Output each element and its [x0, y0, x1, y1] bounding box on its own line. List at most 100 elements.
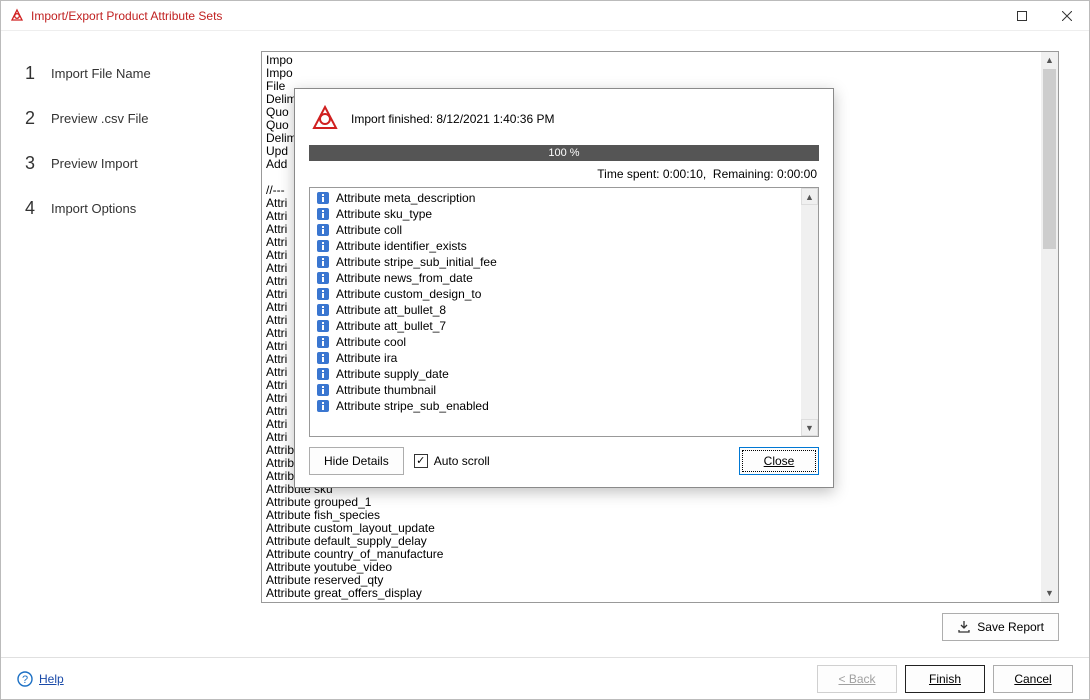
- save-report-button[interactable]: Save Report: [942, 613, 1059, 641]
- info-icon: [316, 383, 330, 397]
- help-link[interactable]: Help: [39, 672, 64, 686]
- list-item-label: Attribute meta_description: [336, 191, 475, 205]
- log-scrollbar[interactable]: ▲ ▼: [1041, 52, 1058, 602]
- list-item-label: Attribute stripe_sub_initial_fee: [336, 255, 497, 269]
- step-preview-import[interactable]: 3 Preview Import: [1, 141, 241, 186]
- list-item-label: Attribute att_bullet_7: [336, 319, 446, 333]
- list-item[interactable]: Attribute identifier_exists: [310, 238, 818, 254]
- checkbox-box[interactable]: ✓: [414, 454, 428, 468]
- list-item-label: Attribute identifier_exists: [336, 239, 467, 253]
- dialog-header: Import finished: 8/12/2021 1:40:36 PM: [305, 99, 823, 143]
- window: Import/Export Product Attribute Sets 1 I…: [0, 0, 1090, 700]
- info-icon: [316, 271, 330, 285]
- list-item-label: Attribute news_from_date: [336, 271, 473, 285]
- list-item[interactable]: Attribute supply_date: [310, 366, 818, 382]
- step-number: 4: [23, 198, 37, 219]
- list-item-label: Attribute stripe_sub_enabled: [336, 399, 489, 413]
- back-label: < Back: [838, 672, 875, 686]
- close-window-button[interactable]: [1044, 1, 1089, 31]
- app-icon: [9, 8, 25, 24]
- scroll-down-icon[interactable]: ▼: [1041, 585, 1058, 602]
- time-row: Time spent: 0:00:10, Remaining: 0:00:00: [305, 167, 823, 187]
- list-item-label: Attribute ira: [336, 351, 397, 365]
- window-title: Import/Export Product Attribute Sets: [31, 9, 999, 23]
- scroll-track[interactable]: [1041, 69, 1058, 585]
- info-icon: [316, 207, 330, 221]
- svg-text:?: ?: [22, 674, 28, 686]
- close-button[interactable]: Close: [739, 447, 819, 475]
- list-item[interactable]: Attribute att_bullet_7: [310, 318, 818, 334]
- list-item-label: Attribute supply_date: [336, 367, 449, 381]
- dialog-title: Import finished: 8/12/2021 1:40:36 PM: [351, 112, 554, 126]
- info-icon: [316, 303, 330, 317]
- step-label: Preview .csv File: [51, 111, 149, 126]
- list-item[interactable]: Attribute ira: [310, 350, 818, 366]
- info-icon: [316, 399, 330, 413]
- help-icon[interactable]: ?: [17, 671, 33, 687]
- list-item-label: Attribute att_bullet_8: [336, 303, 446, 317]
- info-icon: [316, 223, 330, 237]
- cancel-button[interactable]: Cancel: [993, 665, 1073, 693]
- auto-scroll-checkbox[interactable]: ✓ Auto scroll: [414, 454, 490, 468]
- save-report-row: Save Report: [261, 603, 1059, 647]
- time-spent-label: Time spent:: [597, 167, 659, 181]
- time-spent-value: 0:00:10,: [663, 167, 706, 181]
- list-item[interactable]: Attribute thumbnail: [310, 382, 818, 398]
- body: 1 Import File Name 2 Preview .csv File 3…: [1, 31, 1089, 657]
- step-number: 2: [23, 108, 37, 129]
- step-label: Import File Name: [51, 66, 151, 81]
- step-label: Import Options: [51, 201, 136, 216]
- titlebar: Import/Export Product Attribute Sets: [1, 1, 1089, 31]
- hide-details-button[interactable]: Hide Details: [309, 447, 404, 475]
- details-scrollbar[interactable]: ▲ ▼: [801, 188, 818, 436]
- list-item[interactable]: Attribute custom_design_to: [310, 286, 818, 302]
- list-item[interactable]: Attribute cool: [310, 334, 818, 350]
- list-item[interactable]: Attribute stripe_sub_initial_fee: [310, 254, 818, 270]
- list-item[interactable]: Attribute meta_description: [310, 190, 818, 206]
- info-icon: [316, 335, 330, 349]
- scroll-up-icon[interactable]: ▲: [801, 188, 818, 205]
- scroll-thumb[interactable]: [1043, 69, 1056, 249]
- list-item[interactable]: Attribute coll: [310, 222, 818, 238]
- steps-sidebar: 1 Import File Name 2 Preview .csv File 3…: [1, 31, 241, 657]
- list-item-label: Attribute sku_type: [336, 207, 432, 221]
- list-item[interactable]: Attribute att_bullet_8: [310, 302, 818, 318]
- download-icon: [957, 620, 971, 634]
- step-preview-csv[interactable]: 2 Preview .csv File: [1, 96, 241, 141]
- footer: ? Help < Back Finish Cancel: [1, 657, 1089, 699]
- progress-bar: 100 %: [309, 145, 819, 161]
- list-item-label: Attribute cool: [336, 335, 406, 349]
- step-import-options[interactable]: 4 Import Options: [1, 186, 241, 231]
- save-report-label: Save Report: [977, 620, 1044, 634]
- list-item-label: Attribute coll: [336, 223, 402, 237]
- info-icon: [316, 367, 330, 381]
- list-item[interactable]: Attribute news_from_date: [310, 270, 818, 286]
- scroll-track[interactable]: [801, 205, 818, 419]
- info-icon: [316, 239, 330, 253]
- app-icon: [309, 103, 341, 135]
- progress-dialog: Import finished: 8/12/2021 1:40:36 PM 10…: [294, 88, 834, 488]
- list-item[interactable]: Attribute sku_type: [310, 206, 818, 222]
- maximize-button[interactable]: [999, 1, 1044, 31]
- finish-label: Finish: [929, 672, 961, 686]
- remaining-value: 0:00:00: [777, 167, 817, 181]
- step-import-file-name[interactable]: 1 Import File Name: [1, 51, 241, 96]
- info-icon: [316, 255, 330, 269]
- list-item-label: Attribute thumbnail: [336, 383, 436, 397]
- step-number: 3: [23, 153, 37, 174]
- info-icon: [316, 191, 330, 205]
- auto-scroll-label: Auto scroll: [434, 454, 490, 468]
- step-label: Preview Import: [51, 156, 138, 171]
- progress-percent: 100 %: [309, 145, 819, 161]
- dialog-button-row: Hide Details ✓ Auto scroll Close: [305, 437, 823, 477]
- info-icon: [316, 319, 330, 333]
- scroll-up-icon[interactable]: ▲: [1041, 52, 1058, 69]
- close-label: Close: [764, 454, 795, 468]
- info-icon: [316, 287, 330, 301]
- finish-button[interactable]: Finish: [905, 665, 985, 693]
- details-list[interactable]: Attribute meta_description Attribute sku_…: [309, 187, 819, 437]
- scroll-down-icon[interactable]: ▼: [801, 419, 818, 436]
- list-item[interactable]: Attribute stripe_sub_enabled: [310, 398, 818, 414]
- list-item-label: Attribute custom_design_to: [336, 287, 481, 301]
- cancel-label: Cancel: [1014, 672, 1051, 686]
